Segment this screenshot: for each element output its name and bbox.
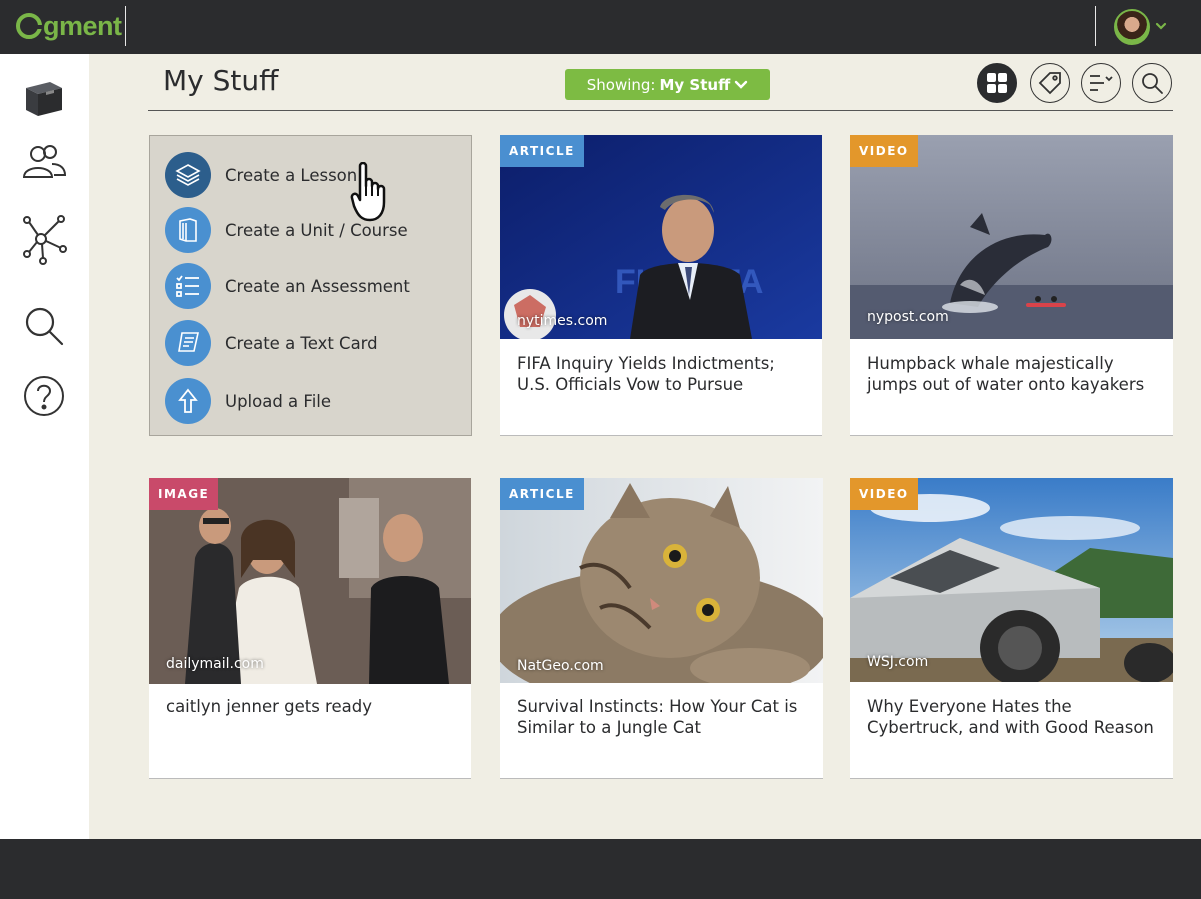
showing-filter-dropdown[interactable]: Showing: My Stuff <box>565 69 770 100</box>
card-source: nypost.com <box>867 309 949 325</box>
content-card[interactable]: VIDEO WSJ.com Why Everyone Hates the Cyb… <box>850 478 1173 779</box>
card-source: WSJ.com <box>867 654 929 670</box>
archive-box-icon[interactable] <box>20 74 68 122</box>
create-text-card-item[interactable]: Create a Text Card <box>165 320 378 366</box>
card-source: nytimes.com <box>517 313 608 329</box>
ogment-logo[interactable]: gment <box>16 10 122 42</box>
content-card[interactable]: VIDEO nypost.com Humpback whale majestic… <box>850 135 1173 436</box>
upload-arrow-icon <box>165 378 211 424</box>
page-title: My Stuff <box>163 64 279 97</box>
question-icon[interactable] <box>20 372 68 420</box>
card-type-badge: IMAGE <box>149 478 219 510</box>
sort-button[interactable] <box>1081 63 1121 103</box>
content-card[interactable]: IMAGE dailymail.com caitlyn jenner gets … <box>149 478 471 779</box>
card-title[interactable]: Humpback whale majestically jumps out of… <box>867 353 1157 395</box>
create-assessment-label: Create an Assessment <box>225 276 410 296</box>
users-icon[interactable] <box>20 137 68 185</box>
create-assessment-item[interactable]: Create an Assessment <box>165 263 410 309</box>
search-icon <box>1142 73 1163 94</box>
hand-cursor-icon <box>350 162 386 222</box>
logo-o-mark <box>16 13 43 39</box>
checklist-icon <box>165 263 211 309</box>
tag-filter-button[interactable] <box>1030 63 1070 103</box>
card-source: NatGeo.com <box>517 658 604 674</box>
card-title[interactable]: FIFA Inquiry Yields Indictments; U.S. Of… <box>517 353 806 395</box>
tag-icon <box>1038 72 1061 95</box>
user-avatar[interactable] <box>1114 9 1150 45</box>
book-icon <box>165 207 211 253</box>
card-title[interactable]: Survival Instincts: How Your Cat is Simi… <box>517 696 807 738</box>
upload-file-item[interactable]: Upload a File <box>165 378 331 424</box>
create-text-card-label: Create a Text Card <box>225 333 378 353</box>
header-divider <box>148 110 1173 111</box>
sidebar <box>0 54 89 839</box>
chevron-down-icon <box>735 80 748 89</box>
content-card[interactable]: ARTICLE NatGeo.com Survival Instincts: H… <box>500 478 823 779</box>
grid-view-icon <box>987 73 1007 93</box>
card-title[interactable]: Why Everyone Hates the Cybertruck, and w… <box>867 696 1157 738</box>
sort-list-icon <box>1090 75 1113 91</box>
card-type-badge: VIDEO <box>850 135 918 167</box>
create-menu: Create a Lesson Create a Unit / Course C… <box>149 135 472 436</box>
content-card[interactable]: FIFA FA ARTICLE nytimes.com FIFA Inquiry… <box>500 135 822 436</box>
card-type-badge: ARTICLE <box>500 135 584 167</box>
card-type-badge: ARTICLE <box>500 478 584 510</box>
logo-text: gment <box>43 10 122 41</box>
upload-file-label: Upload a File <box>225 391 332 411</box>
card-title[interactable]: caitlyn jenner gets ready <box>166 696 455 717</box>
network-icon[interactable] <box>20 215 68 265</box>
create-lesson-item[interactable]: Create a Lesson <box>165 152 357 198</box>
showing-value: My Stuff <box>659 75 731 94</box>
search-button[interactable] <box>1132 63 1172 103</box>
card-type-badge: VIDEO <box>850 478 918 510</box>
top-bar: gment <box>0 0 1201 54</box>
bottom-bar <box>0 839 1201 899</box>
showing-prefix: Showing: <box>586 75 656 94</box>
divider <box>125 6 126 46</box>
divider <box>1095 6 1096 46</box>
search-icon[interactable] <box>20 302 68 350</box>
chevron-down-icon[interactable] <box>1155 20 1167 32</box>
grid-view-button[interactable] <box>977 63 1017 103</box>
create-lesson-label: Create a Lesson <box>225 165 358 185</box>
layers-icon <box>165 152 211 198</box>
scroll-icon <box>165 320 211 366</box>
card-source: dailymail.com <box>166 656 264 672</box>
